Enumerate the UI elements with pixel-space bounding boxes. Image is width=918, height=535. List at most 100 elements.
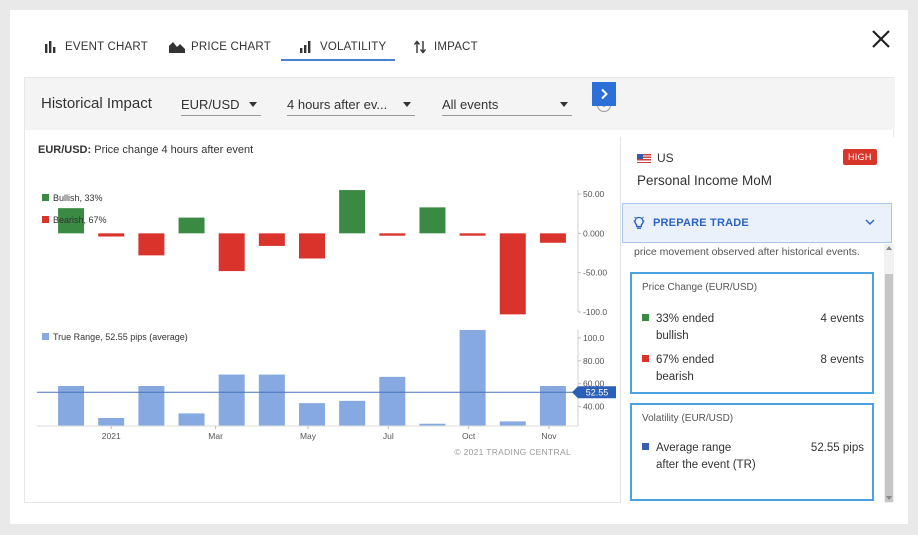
select-value: EUR/USD — [181, 97, 240, 112]
range-axis-tick-label: 80.00 — [583, 356, 605, 366]
up-down-arrows-icon — [412, 40, 428, 54]
stat-label: Average range after the event (TR) — [656, 442, 756, 471]
expand-panel-button[interactable] — [592, 82, 616, 106]
scroll-up-arrow-icon[interactable] — [886, 246, 892, 250]
average-range-value: 52.55 — [586, 388, 609, 398]
tab-volatility[interactable]: VOLATILITY — [298, 32, 386, 62]
bullish-legend-swatch — [42, 194, 49, 201]
currency-pair-select[interactable]: EUR/USD — [181, 94, 261, 116]
scrollbar-thumb[interactable] — [885, 274, 893, 502]
bullish-bar — [419, 207, 446, 234]
true-range-bar — [459, 330, 486, 426]
range-axis-tick-label: 40.00 — [583, 402, 605, 412]
event-details-panel: US HIGH Personal Income MoM PREPARE TRAD… — [620, 137, 894, 503]
stat-label: 33% ended bullish — [656, 313, 715, 342]
x-axis-tick-label: Mar — [208, 431, 223, 441]
x-axis-tick-label: Oct — [462, 431, 476, 441]
caret-down-icon — [403, 102, 411, 107]
filter-bar: Historical Impact EUR/USD 4 hours after … — [25, 78, 895, 130]
bullish-legend-label: Bullish, 33% — [53, 193, 103, 203]
bearish-legend-label: Bearish, 67% — [53, 215, 107, 225]
impact-badge: HIGH — [843, 149, 877, 165]
chart-canvas[interactable]: 50.00 0.000 -50.00 -100.0 Bullish, 33% Bearis… — [25, 130, 617, 504]
events-filter-select[interactable]: All events — [442, 94, 572, 116]
tab-event-chart[interactable]: EVENT CHART — [43, 32, 148, 62]
lightbulb-icon — [633, 216, 645, 230]
bearish-bar — [258, 233, 285, 246]
true-range-bar — [379, 376, 406, 426]
bearish-bar — [499, 233, 526, 315]
tab-label: PRICE CHART — [191, 41, 271, 53]
volatility-icon — [298, 40, 314, 54]
true-range-bar — [339, 400, 366, 426]
box-title: Volatility (EUR/USD) — [642, 413, 734, 424]
true-range-legend-swatch — [42, 333, 49, 340]
bullish-swatch — [642, 314, 649, 321]
stat-label: 67% ended bearish — [656, 354, 715, 383]
bearish-bar — [299, 233, 325, 259]
bullish-bar — [178, 217, 205, 234]
stat-value: 52.55 pips — [810, 442, 864, 454]
true-range-legend-label: True Range, 52.55 pips (average) — [53, 332, 188, 342]
event-country: US — [637, 151, 674, 165]
bearish-bar — [379, 233, 406, 236]
bar-chart-icon — [43, 40, 59, 54]
tab-label: VOLATILITY — [320, 41, 387, 53]
bearish-bar — [138, 233, 165, 256]
select-value: All events — [442, 97, 499, 112]
x-axis-tick-label: May — [300, 431, 317, 441]
true-range-bar — [178, 413, 205, 426]
country-code: US — [657, 151, 674, 165]
bearish-legend-swatch — [42, 216, 49, 223]
tab-label: IMPACT — [434, 41, 478, 53]
x-axis-tick-label: Jul — [383, 431, 394, 441]
price-axis-tick-label: 50.00 — [583, 189, 605, 199]
tab-bar: EVENT CHART PRICE CHART VOLATILITY IMPAC… — [10, 10, 908, 76]
close-icon[interactable] — [868, 26, 894, 52]
x-axis-tick-label: 2021 — [102, 431, 121, 441]
historical-impact-dialog: EVENT CHART PRICE CHART VOLATILITY IMPAC… — [10, 10, 908, 524]
true-range-bar — [499, 421, 526, 426]
bearish-bar — [459, 233, 486, 236]
time-horizon-select[interactable]: 4 hours after ev... — [287, 94, 415, 116]
prepare-trade-label: PREPARE TRADE — [653, 217, 749, 229]
true-range-bar — [218, 374, 245, 426]
price-axis-tick-label: 0.000 — [583, 228, 605, 238]
event-description: price movement observed after historical… — [634, 246, 860, 258]
tab-price-chart[interactable]: PRICE CHART — [169, 32, 271, 62]
us-flag-icon — [637, 153, 651, 163]
bearish-swatch — [642, 355, 649, 362]
stat-value: 8 events — [820, 354, 864, 366]
caret-down-icon — [249, 102, 257, 107]
active-tab-indicator — [281, 59, 395, 61]
stat-value: 4 events — [820, 313, 864, 325]
bearish-bar — [218, 233, 245, 272]
volatility-chart: EUR/USD: Price change 4 hours after even… — [25, 130, 617, 504]
price-change-box: Price Change (EUR/USD) 33% ended bullish… — [630, 272, 874, 394]
bearish-bar — [539, 233, 566, 243]
chevron-right-icon — [601, 88, 608, 100]
true-range-bar — [299, 403, 325, 426]
tab-label: EVENT CHART — [65, 41, 148, 53]
event-name: Personal Income MoM — [637, 173, 773, 188]
x-axis-tick-label: Nov — [541, 431, 557, 441]
price-axis-tick-label: -100.0 — [583, 307, 607, 317]
tab-impact[interactable]: IMPACT — [412, 32, 478, 62]
price-axis-tick-label: -50.00 — [583, 268, 607, 278]
select-value: 4 hours after ev... — [287, 97, 388, 112]
prepare-trade-button[interactable]: PREPARE TRADE — [622, 203, 892, 243]
filter-title: Historical Impact — [41, 95, 152, 112]
box-title: Price Change (EUR/USD) — [642, 282, 758, 293]
average-range-swatch — [642, 443, 649, 450]
volatility-box: Volatility (EUR/USD) Average range after… — [630, 403, 874, 501]
chevron-down-icon — [865, 219, 875, 225]
panel-scrollbar[interactable] — [884, 244, 894, 503]
bearish-bar — [98, 233, 125, 237]
bullish-bar — [339, 190, 366, 234]
caret-down-icon — [560, 102, 568, 107]
true-range-bar — [98, 418, 125, 426]
area-chart-icon — [169, 40, 185, 54]
chart-copyright: © 2021 TRADING CENTRAL — [454, 447, 571, 457]
range-axis-tick-label: 100.0 — [583, 333, 605, 343]
scroll-down-arrow-icon[interactable] — [886, 496, 892, 500]
